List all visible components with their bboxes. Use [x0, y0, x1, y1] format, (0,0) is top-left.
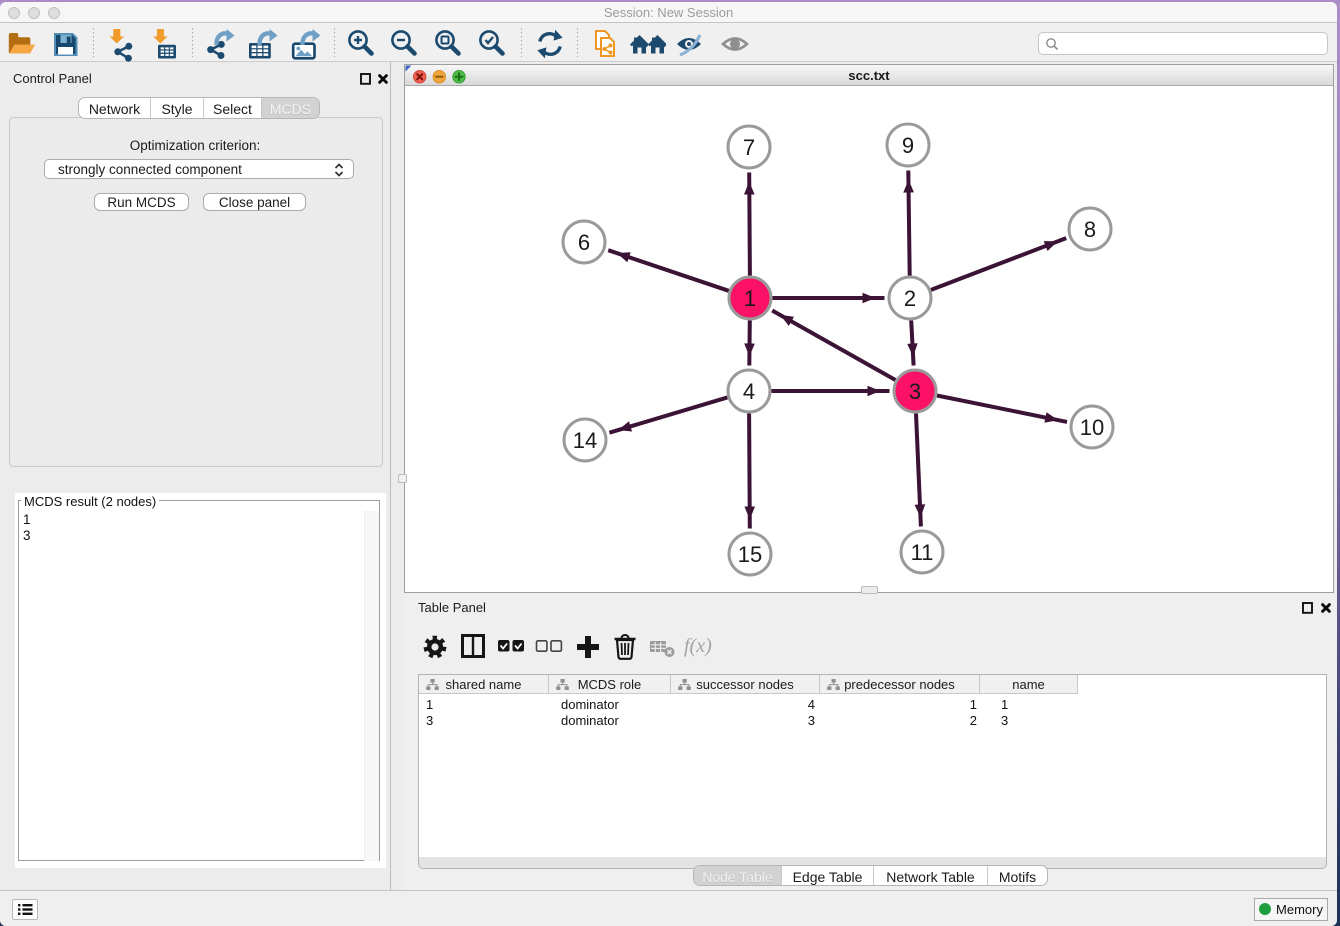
svg-text:3: 3: [909, 379, 921, 404]
svg-text:4: 4: [743, 379, 755, 404]
svg-text:10: 10: [1080, 415, 1104, 440]
svg-text:15: 15: [738, 542, 762, 567]
svg-text:14: 14: [573, 428, 597, 453]
svg-text:2: 2: [904, 286, 916, 311]
svg-text:11: 11: [911, 540, 934, 565]
svg-text:7: 7: [743, 135, 755, 160]
svg-text:1: 1: [744, 286, 756, 311]
svg-text:8: 8: [1084, 217, 1096, 242]
svg-text:6: 6: [578, 230, 590, 255]
svg-text:9: 9: [902, 133, 914, 158]
